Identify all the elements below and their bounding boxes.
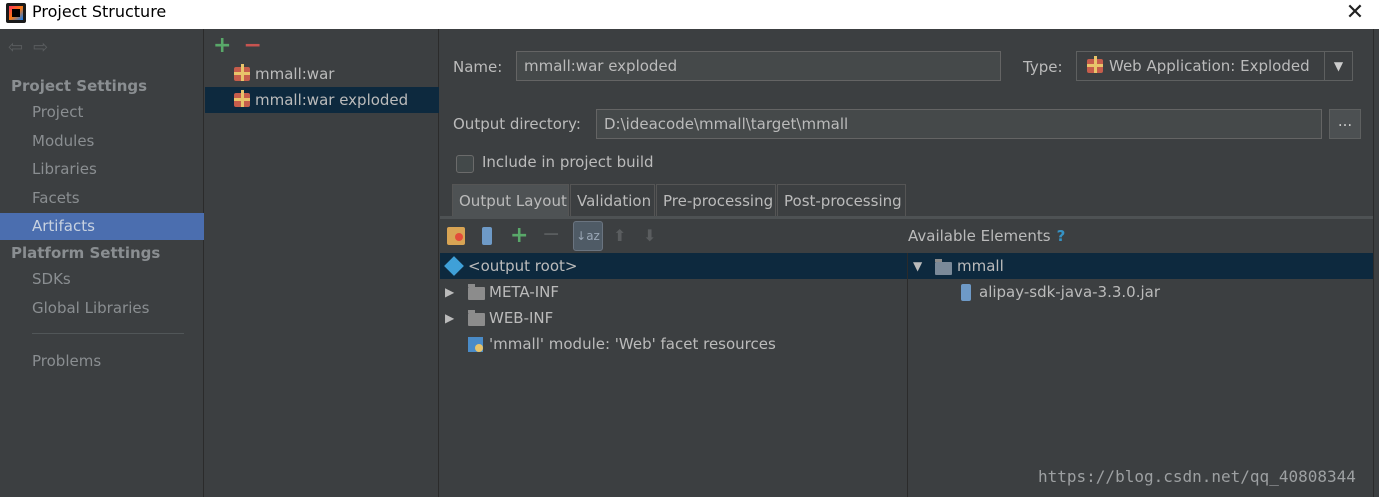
remove-artifact-icon[interactable]: − bbox=[243, 33, 261, 58]
tree-row-label: WEB-INF bbox=[489, 309, 554, 327]
move-up-icon[interactable]: ⬆ bbox=[613, 227, 631, 245]
type-select[interactable]: Web Application: Exploded ▼ bbox=[1076, 51, 1353, 81]
tree-row-label: mmall bbox=[957, 257, 1004, 275]
web-facet-icon bbox=[468, 337, 483, 352]
artifact-item-selected[interactable]: mmall:war exploded bbox=[205, 87, 439, 113]
close-icon[interactable]: ✕ bbox=[1340, 0, 1370, 29]
sidebar-item-modules[interactable]: Modules bbox=[0, 128, 204, 155]
tree-row-label: alipay-sdk-java-3.3.0.jar bbox=[979, 283, 1161, 301]
back-forward-icons[interactable]: ⇦⇨ bbox=[8, 37, 58, 58]
add-copy-icon[interactable]: + bbox=[510, 225, 528, 247]
chevron-down-icon[interactable]: ▼ bbox=[1324, 52, 1352, 80]
tab-post-processing[interactable]: Post-processing bbox=[777, 184, 906, 216]
tab-validation[interactable]: Validation bbox=[570, 184, 655, 216]
type-value: Web Application: Exploded bbox=[1109, 57, 1310, 75]
sidebar-item-artifacts[interactable]: Artifacts bbox=[0, 213, 204, 240]
remove-icon[interactable]: − bbox=[542, 224, 560, 246]
folder-icon bbox=[468, 284, 485, 300]
artifacts-list-panel: + − mmall:war mmall:war exploded bbox=[205, 29, 439, 497]
jar-icon bbox=[961, 284, 971, 301]
artifact-item[interactable]: mmall:war bbox=[205, 61, 439, 87]
tree-row-facet-resources[interactable]: 'mmall' module: 'Web' facet resources bbox=[440, 331, 907, 357]
tree-row-web-inf[interactable]: ▶ WEB-INF bbox=[440, 305, 907, 331]
output-directory-field[interactable]: D:\ideacode\mmall\target\mmall bbox=[596, 109, 1322, 139]
sidebar-item-sdks[interactable]: SDKs bbox=[0, 266, 204, 293]
web-app-icon bbox=[1087, 56, 1103, 73]
collapse-arrow-icon[interactable]: ▼ bbox=[913, 253, 922, 279]
add-artifact-icon[interactable]: + bbox=[213, 33, 231, 58]
available-elements-tree: ▼ mmall alipay-sdk-java-3.3.0.jar bbox=[907, 253, 1375, 497]
move-down-icon[interactable]: ⬇ bbox=[643, 227, 661, 245]
section-platform-settings: Platform Settings bbox=[11, 244, 161, 262]
tree-row-output-root[interactable]: <output root> bbox=[440, 253, 907, 279]
tree-row-label: META-INF bbox=[489, 283, 560, 301]
sidebar-item-libraries[interactable]: Libraries bbox=[0, 156, 204, 183]
available-elements-title: Available Elements bbox=[908, 227, 1051, 245]
artifacts-toolbar: + − bbox=[213, 33, 262, 58]
type-label: Type: bbox=[1023, 58, 1063, 76]
sort-elements-icon[interactable]: ↓az bbox=[573, 221, 603, 251]
tree-row-meta-inf[interactable]: ▶ META-INF bbox=[440, 279, 907, 305]
sidebar-item-problems[interactable]: Problems bbox=[0, 348, 204, 375]
sidebar-item-project[interactable]: Project bbox=[0, 99, 204, 126]
name-label: Name: bbox=[453, 58, 503, 76]
expand-arrow-icon[interactable]: ▶ bbox=[445, 279, 454, 305]
intellij-app-icon bbox=[6, 3, 26, 23]
tree-row-label: <output root> bbox=[468, 257, 578, 275]
output-root-icon bbox=[444, 256, 464, 276]
sidebar-divider bbox=[32, 333, 184, 334]
include-in-build-label[interactable]: Include in project build bbox=[482, 153, 654, 171]
name-field[interactable]: mmall:war exploded bbox=[516, 51, 1001, 81]
tree-row-label: 'mmall' module: 'Web' facet resources bbox=[489, 335, 776, 353]
tab-output-layout[interactable]: Output Layout bbox=[452, 184, 569, 216]
output-layout-toolbar: + − ↓az ⬆ ⬇ bbox=[440, 219, 907, 253]
help-icon[interactable]: ? bbox=[1057, 227, 1066, 245]
expand-arrow-icon[interactable]: ▶ bbox=[445, 305, 454, 331]
create-archive-icon[interactable] bbox=[482, 227, 492, 245]
browse-button[interactable]: ... bbox=[1329, 109, 1361, 139]
artifact-label: mmall:war exploded bbox=[255, 91, 409, 109]
section-project-settings: Project Settings bbox=[11, 77, 148, 95]
scrollbar[interactable] bbox=[1373, 29, 1379, 497]
artifact-label: mmall:war bbox=[255, 65, 335, 83]
module-folder-icon bbox=[935, 259, 952, 275]
output-directory-label: Output directory: bbox=[453, 115, 581, 133]
tree-row-mmall[interactable]: ▼ mmall bbox=[908, 253, 1375, 279]
watermark: https://blog.csdn.net/qq_40808344 bbox=[1038, 467, 1356, 486]
settings-sidebar: ⇦⇨ Project Settings Project Modules Libr… bbox=[0, 29, 204, 497]
available-elements-header: Available Elements? bbox=[908, 227, 1065, 245]
artifact-icon bbox=[234, 90, 250, 107]
tab-pre-processing[interactable]: Pre-processing bbox=[656, 184, 776, 216]
create-directory-icon[interactable] bbox=[447, 227, 465, 245]
folder-icon bbox=[468, 310, 485, 326]
sidebar-item-global-libraries[interactable]: Global Libraries bbox=[0, 295, 204, 322]
tree-row-jar[interactable]: alipay-sdk-java-3.3.0.jar bbox=[908, 279, 1375, 305]
include-in-build-checkbox[interactable] bbox=[456, 155, 474, 173]
title-bar: Project Structure ✕ bbox=[0, 0, 1379, 29]
window-title: Project Structure bbox=[32, 2, 167, 21]
artifact-details: Name: mmall:war exploded Type: Web Appli… bbox=[440, 29, 1379, 497]
output-layout-tree: <output root> ▶ META-INF ▶ WEB-INF 'mmal… bbox=[440, 253, 907, 497]
sidebar-item-facets[interactable]: Facets bbox=[0, 185, 204, 212]
artifact-icon bbox=[234, 64, 250, 81]
